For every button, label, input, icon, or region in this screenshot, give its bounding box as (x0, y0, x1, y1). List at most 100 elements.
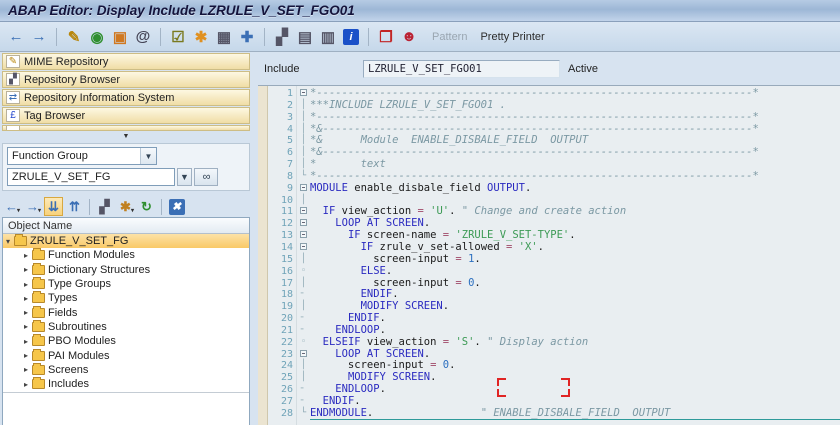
worklist-icon[interactable]: ▞ (95, 197, 114, 216)
chevron-down-icon[interactable]: ▼ (140, 148, 156, 164)
repository-information-system-button[interactable]: ⇄Repository Information System (2, 89, 250, 106)
navigate-back-icon[interactable]: ←▾ (2, 197, 21, 216)
detail-list-icon[interactable]: ▥ (318, 27, 338, 47)
fold-guide[interactable]: └ (297, 408, 310, 420)
expander-icon[interactable]: ▾ (3, 237, 13, 246)
object-list-icon[interactable]: ▞ (272, 27, 292, 47)
fold-box-icon[interactable] (300, 350, 307, 357)
fold-guide[interactable]: │ (297, 159, 310, 171)
expander-icon[interactable]: ▸ (21, 294, 31, 303)
fold-box-icon[interactable] (300, 184, 307, 191)
code-lines[interactable]: *---------------------------------------… (310, 86, 840, 425)
fold-box-icon[interactable] (300, 207, 307, 214)
expander-icon[interactable]: ▸ (21, 251, 31, 260)
fold-collapse-icon[interactable] (297, 218, 310, 230)
fold-guide[interactable]: │ (297, 124, 310, 136)
execute-icon[interactable]: ▦ (214, 27, 234, 47)
tree-item-screens[interactable]: ▸Screens (3, 363, 249, 377)
fold-guide[interactable]: │ (297, 372, 310, 384)
refresh-icon[interactable]: ↻ (137, 197, 156, 216)
tree-item-types[interactable]: ▸Types (3, 291, 249, 305)
fold-collapse-icon[interactable] (297, 349, 310, 361)
fold-guide[interactable]: ╴ (297, 313, 310, 325)
fold-collapse-icon[interactable] (297, 206, 310, 218)
fold-guide[interactable]: │ (297, 278, 310, 290)
fold-guide[interactable]: │ (297, 254, 310, 266)
tree-item-subroutines[interactable]: ▸Subroutines (3, 320, 249, 334)
display-object-icon[interactable]: ∞ (194, 168, 218, 186)
forward-icon[interactable]: → (29, 27, 49, 47)
layers-icon[interactable]: ▤ (295, 27, 315, 47)
fold-guide[interactable]: ╴ (297, 396, 310, 408)
collapse-arrow-icon[interactable]: ▼ (123, 133, 130, 140)
fold-guide[interactable]: ╴ (297, 384, 310, 396)
code-line[interactable]: MODIFY SCREEN. (310, 301, 840, 313)
collapse-all-icon[interactable]: ⇈ (65, 197, 84, 216)
expander-icon[interactable]: ▸ (21, 322, 31, 331)
mime-repository-button[interactable]: ✎MIME Repository (2, 53, 250, 70)
tree-item-dictionary-structures[interactable]: ▸Dictionary Structures (3, 263, 249, 277)
display-change-icon[interactable]: ✎ (64, 27, 84, 47)
code-line[interactable]: ENDIF. (310, 313, 840, 325)
chevron-down-icon[interactable]: ▾ (17, 207, 20, 214)
abap-code-editor[interactable]: 1234567891011121314151617181920212223242… (258, 85, 840, 425)
fold-collapse-icon[interactable] (297, 183, 310, 195)
expander-icon[interactable]: ▸ (21, 265, 31, 274)
fold-guide[interactable]: │ (297, 100, 310, 112)
expander-icon[interactable]: ▸ (21, 280, 31, 289)
tree-item-pai-modules[interactable]: ▸PAI Modules (3, 348, 249, 362)
tree-item-type-groups[interactable]: ▸Type Groups (3, 277, 249, 291)
expander-icon[interactable]: ▸ (21, 380, 31, 389)
code-line[interactable]: MODULE enable_disbale_field OUTPUT. (310, 183, 840, 195)
user-settings-icon[interactable]: ☻ (399, 27, 419, 47)
include-name-field[interactable]: LZRULE_V_SET_FGO01 (363, 60, 560, 78)
fold-guide[interactable]: ╴ (297, 325, 310, 337)
code-fold-column[interactable]: ││││││└││◦│╴│╴╴◦││╴╴└ (296, 86, 310, 425)
object-name-input[interactable]: ZRULE_V_SET_FG (7, 168, 175, 186)
repository-browser-button[interactable]: ▞Repository Browser (2, 71, 250, 88)
object-type-select[interactable]: Function Group ▼ (7, 147, 157, 165)
fold-collapse-icon[interactable] (297, 88, 310, 100)
code-line[interactable]: ENDLOOP. (310, 384, 840, 396)
activate-icon[interactable]: ✱ (191, 27, 211, 47)
expander-icon[interactable]: ▸ (21, 337, 31, 346)
code-line[interactable]: MODIFY SCREEN. (310, 372, 840, 384)
fold-guide[interactable]: │ (297, 135, 310, 147)
tag-browser-button[interactable]: £Tag Browser (2, 107, 250, 124)
syntax-check-icon[interactable]: ☑ (168, 27, 188, 47)
fold-box-icon[interactable] (300, 219, 307, 226)
navigation-icon[interactable]: ✚ (237, 27, 257, 47)
expander-icon[interactable]: ▸ (21, 351, 31, 360)
fold-guide[interactable]: │ (297, 195, 310, 207)
tree-item-function-modules[interactable]: ▸Function Modules (3, 248, 249, 262)
fold-guide[interactable]: └ (297, 171, 310, 183)
compare-icon[interactable]: ❐ (376, 27, 396, 47)
fold-guide[interactable]: │ (297, 360, 310, 372)
expand-all-icon[interactable]: ⇊ (44, 197, 63, 216)
pattern-button[interactable]: Pattern (432, 31, 467, 43)
fold-guide[interactable]: ╴ (297, 289, 310, 301)
back-icon[interactable]: ← (6, 27, 26, 47)
fold-box-icon[interactable] (300, 231, 307, 238)
where-used-icon[interactable]: @ (133, 27, 153, 47)
fold-guide[interactable]: │ (297, 301, 310, 313)
fold-guide[interactable]: │ (297, 147, 310, 159)
switch-object-icon[interactable]: ◉ (87, 27, 107, 47)
fold-box-icon[interactable] (300, 89, 307, 96)
chevron-down-icon[interactable]: ▾ (131, 207, 134, 214)
tree-item-root[interactable]: ▾ZRULE_V_SET_FG (3, 234, 249, 248)
pretty-printer-button[interactable]: Pretty Printer (480, 31, 544, 43)
fold-guide[interactable]: ◦ (297, 337, 310, 349)
info-icon[interactable]: i (341, 27, 361, 47)
tree-item-includes[interactable]: ▸Includes (3, 377, 249, 391)
fold-collapse-icon[interactable] (297, 242, 310, 254)
favorites-icon[interactable]: ✱▾ (116, 197, 135, 216)
navigate-forward-icon[interactable]: →▾ (23, 197, 42, 216)
code-line[interactable]: ENDMODULE. " ENABLE_DISBALE_FIELD OUTPUT (310, 408, 840, 420)
fold-collapse-icon[interactable] (297, 230, 310, 242)
fold-guide[interactable]: ◦ (297, 266, 310, 278)
fold-box-icon[interactable] (300, 243, 307, 250)
sidebar-button-partial[interactable] (2, 125, 250, 131)
object-name-dropdown-icon[interactable]: ▼ (177, 168, 192, 186)
close-browser-icon[interactable]: ✖ (167, 197, 186, 216)
